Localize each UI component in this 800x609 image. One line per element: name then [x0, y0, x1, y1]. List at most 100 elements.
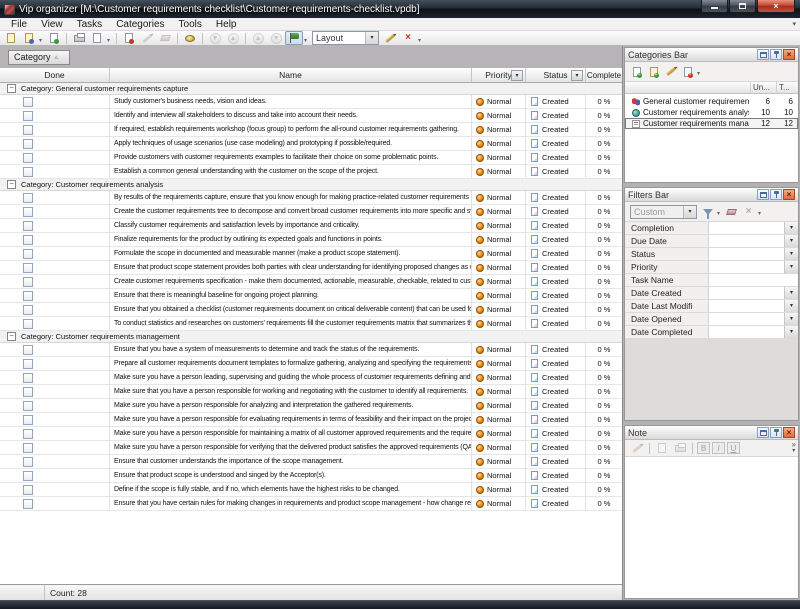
task-row[interactable]: Make sure you have a person responsible … — [0, 413, 622, 427]
task-row[interactable]: Ensure that there is meaningful baseline… — [0, 289, 622, 303]
collapse-icon[interactable]: − — [7, 332, 16, 341]
done-checkbox[interactable] — [23, 153, 33, 163]
task-row[interactable]: Make sure you have a person responsible … — [0, 427, 622, 441]
task-row[interactable]: Identify and interview all stakeholders … — [0, 109, 622, 123]
category-item[interactable]: Customer requirements analysis1010 — [625, 107, 798, 118]
task-row[interactable]: Ensure that you have a system of measure… — [0, 343, 622, 357]
toolbar-overflow-icon[interactable]: ▾ — [418, 37, 421, 44]
filter-value-field[interactable] — [709, 235, 784, 247]
dropdown-button[interactable]: ▾ — [784, 261, 798, 273]
filter-value-field[interactable] — [709, 274, 798, 286]
done-checkbox[interactable] — [23, 387, 33, 397]
dropdown-button[interactable]: ▾ — [784, 248, 798, 260]
apply-filter-button[interactable] — [699, 205, 716, 219]
task-row[interactable]: By results of the requirements capture, … — [0, 191, 622, 205]
task-row[interactable]: Make sure you have a person responsible … — [0, 399, 622, 413]
done-checkbox[interactable] — [23, 401, 33, 411]
done-checkbox[interactable] — [23, 499, 33, 509]
panel-pin-button[interactable] — [770, 427, 782, 438]
edit-note-button[interactable] — [628, 441, 646, 455]
delete-task-button[interactable] — [156, 31, 174, 45]
note-overflow-icon[interactable]: »▾ — [792, 441, 796, 455]
task-row[interactable]: If required, establish requirements work… — [0, 123, 622, 137]
done-checkbox[interactable] — [23, 485, 33, 495]
filter-value-field[interactable] — [709, 261, 784, 273]
open-file-button[interactable] — [45, 31, 63, 45]
panel-close-button[interactable]: × — [783, 49, 795, 60]
filters-overflow-icon[interactable]: ▾ — [758, 210, 761, 217]
task-row[interactable]: Prepare all customer requirements docume… — [0, 357, 622, 371]
task-row[interactable]: Ensure that you obtained a checklist (cu… — [0, 303, 622, 317]
note-content[interactable] — [625, 457, 798, 598]
done-checkbox[interactable] — [23, 167, 33, 177]
column-header-uncompleted[interactable]: Un... — [750, 82, 776, 93]
task-row[interactable]: Classify customer requirements and satis… — [0, 219, 622, 233]
layout-combobox-dropdown-icon[interactable]: ▾ — [365, 32, 378, 44]
bold-button[interactable]: B — [697, 442, 710, 454]
minimize-button[interactable] — [701, 0, 728, 13]
category-item[interactable]: General customer requirements ca66 — [625, 96, 798, 107]
task-row[interactable]: To conduct statistics and researches on … — [0, 317, 622, 331]
layout-combobox[interactable]: Layout ▾ — [312, 31, 379, 45]
new-task-button[interactable] — [120, 31, 138, 45]
done-checkbox[interactable] — [23, 125, 33, 135]
close-button[interactable]: × — [757, 0, 795, 13]
panel-pin-button[interactable] — [770, 189, 782, 200]
filter-value-field[interactable] — [709, 222, 784, 234]
panel-maximize-button[interactable] — [757, 427, 769, 438]
done-checkbox[interactable] — [23, 359, 33, 369]
group-by-category-button[interactable]: Category ▵ — [8, 50, 70, 65]
task-row[interactable]: Study customer's business needs, vision … — [0, 95, 622, 109]
new-overflow-icon[interactable]: ▾ — [39, 37, 42, 44]
layout-view-overflow-icon[interactable]: ▾ — [304, 37, 307, 44]
category-item[interactable]: Customer requirements managem1212 — [625, 118, 798, 129]
menu-item-help[interactable]: Help — [209, 19, 244, 30]
move-down-button[interactable]: ▼ — [206, 31, 224, 45]
dropdown-button[interactable]: ▾ — [784, 300, 798, 312]
new-dropdown-button[interactable] — [20, 31, 38, 45]
panel-maximize-button[interactable] — [757, 189, 769, 200]
menu-item-categories[interactable]: Categories — [109, 19, 171, 30]
panel-pin-button[interactable] — [770, 49, 782, 60]
clear-filter-button[interactable] — [723, 205, 740, 219]
task-row[interactable]: Create customer requirements specificati… — [0, 275, 622, 289]
column-header-priority[interactable]: Priority ▾ — [472, 68, 526, 82]
menu-item-tools[interactable]: Tools — [172, 19, 209, 30]
task-row[interactable]: Make sure you have a person responsible … — [0, 441, 622, 455]
filter-value-field[interactable] — [709, 287, 784, 299]
dropdown-button[interactable]: ▾ — [784, 313, 798, 325]
collapse-icon[interactable]: − — [7, 84, 16, 93]
delete-category-button[interactable]: × — [679, 65, 696, 79]
new-file-button[interactable] — [2, 31, 20, 45]
column-header-status[interactable]: Status ▾ — [526, 68, 586, 82]
remove-filter-button[interactable]: × — [740, 205, 757, 219]
done-checkbox[interactable] — [23, 111, 33, 121]
menu-overflow-icon[interactable]: ▾ — [792, 20, 796, 28]
done-checkbox[interactable] — [23, 221, 33, 231]
task-row[interactable]: Ensure that you have certain rules for m… — [0, 497, 622, 511]
menu-item-file[interactable]: File — [4, 19, 34, 30]
dropdown-button[interactable]: ▾ — [784, 222, 798, 234]
done-checkbox[interactable] — [23, 305, 33, 315]
menu-item-view[interactable]: View — [34, 19, 70, 30]
filter-value-field[interactable] — [709, 248, 784, 260]
panel-close-button[interactable]: × — [783, 189, 795, 200]
category-group-row[interactable]: −Category: Customer requirements analysi… — [0, 179, 622, 191]
panel-maximize-button[interactable] — [757, 49, 769, 60]
done-checkbox[interactable] — [23, 471, 33, 481]
dropdown-button[interactable]: ▾ — [784, 287, 798, 299]
done-checkbox[interactable] — [23, 429, 33, 439]
dropdown-button[interactable]: ▾ — [784, 326, 798, 338]
dropdown-button[interactable]: ▾ — [784, 235, 798, 247]
filter-overflow-icon[interactable]: ▾ — [717, 210, 720, 217]
insert-note-button[interactable] — [653, 441, 671, 455]
underline-button[interactable]: U — [727, 442, 740, 454]
task-row[interactable]: Define if the scope is fully stable, and… — [0, 483, 622, 497]
expand-all-button[interactable]: ▼ — [267, 31, 285, 45]
custom-filter-combobox[interactable]: Custom ▾ — [630, 205, 697, 219]
edit-task-button[interactable] — [138, 31, 156, 45]
task-row[interactable]: Create the customer requirements tree to… — [0, 205, 622, 219]
move-up-button[interactable]: ▲ — [224, 31, 242, 45]
filter-value-field[interactable] — [709, 313, 784, 325]
filter-value-field[interactable] — [709, 326, 784, 338]
